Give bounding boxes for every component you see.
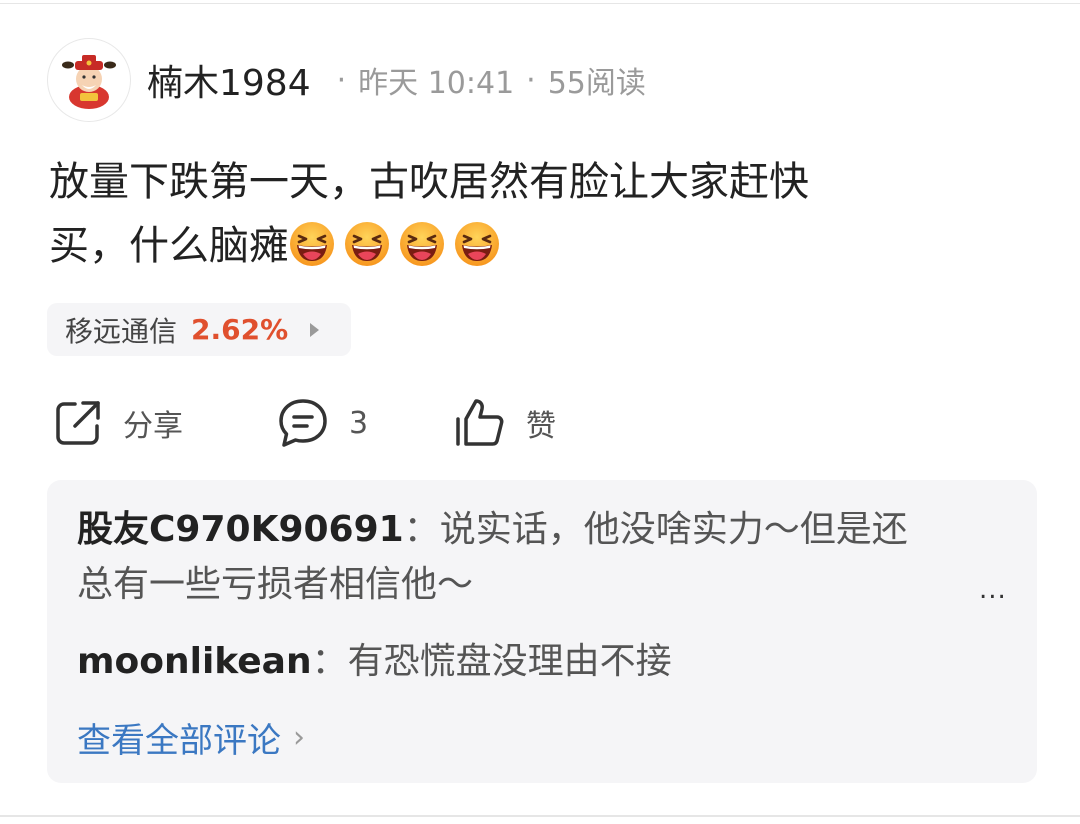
comment-icon [279,399,327,447]
more-icon[interactable]: ... [979,575,1007,605]
comment-colon: ： [403,509,440,550]
post-time: 昨天 10:41 [358,66,515,101]
stock-name: 移远通信 [65,314,178,348]
view-all-label: 查看全部评论 [77,721,281,761]
comment-item[interactable]: moonlikean：有恐慌盘没理由不接 [77,634,672,689]
bottom-divider [0,815,1080,817]
top-divider [0,3,1080,4]
fortune-god-avatar-icon [62,55,116,109]
share-label: 分享 [123,409,183,444]
comment-count: 3 [349,405,369,441]
comment-line-2: 总有一些亏损者相信他～ [77,564,474,605]
comment-button[interactable]: 3 [277,395,368,451]
thumbs-up-icon [456,399,504,446]
chevron-right-icon: › [293,720,305,755]
grinning-squinting-face-icon [455,222,499,266]
share-button[interactable]: 分享 [53,395,183,451]
comment-item[interactable]: 股友C970K90691：说实话，他没啥实力～但是还 总有一些亏损者相信他～ [77,502,977,612]
read-count: 55阅读 [547,66,646,101]
grinning-squinting-face-icon [290,222,334,266]
stock-change: 2.62% [191,313,289,346]
post-header: 楠木1984 · 昨天 10:41 · 55阅读 [47,38,646,122]
avatar[interactable] [47,38,131,122]
meta-separator: · [336,62,347,98]
author-name[interactable]: 楠木1984 [147,54,311,106]
view-all-comments-link[interactable]: 查看全部评论 › [77,713,305,762]
comment-text: 有恐慌盘没理由不接 [347,641,672,682]
share-icon [56,401,100,445]
grinning-squinting-face-icon [400,222,444,266]
comment-colon: ： [311,641,348,682]
comment-author[interactable]: 股友C970K90691 [77,509,404,550]
post-body: 放量下跌第一天，古吹居然有脸让大家赶快 买，什么脑瘫 [49,150,1009,278]
post-meta: · 昨天 10:41 · 55阅读 [325,58,646,102]
comments-panel: 股友C970K90691：说实话，他没啥实力～但是还 总有一些亏损者相信他～ .… [47,480,1037,783]
stock-chip[interactable]: 移远通信 2.62% [47,303,351,356]
like-label: 赞 [526,409,556,444]
comment-text: 说实话，他没啥实力～但是还 [439,509,908,550]
emoji-group [289,222,509,269]
action-bar: 分享 3 赞 [0,395,1080,451]
like-button[interactable]: 赞 [454,395,556,451]
post-text-line-2: 买，什么脑瘫 [49,214,1009,278]
comment-author[interactable]: moonlikean [77,641,312,682]
post-text-line-1: 放量下跌第一天，古吹居然有脸让大家赶快 [49,159,809,205]
meta-separator: · [526,62,536,98]
caret-right-icon [310,322,320,337]
comment-line-1: 股友C970K90691：说实话，他没啥实力～但是还 [77,502,977,557]
post-text-line-2-text: 买，什么脑瘫 [49,223,289,269]
grinning-squinting-face-icon [345,222,389,266]
